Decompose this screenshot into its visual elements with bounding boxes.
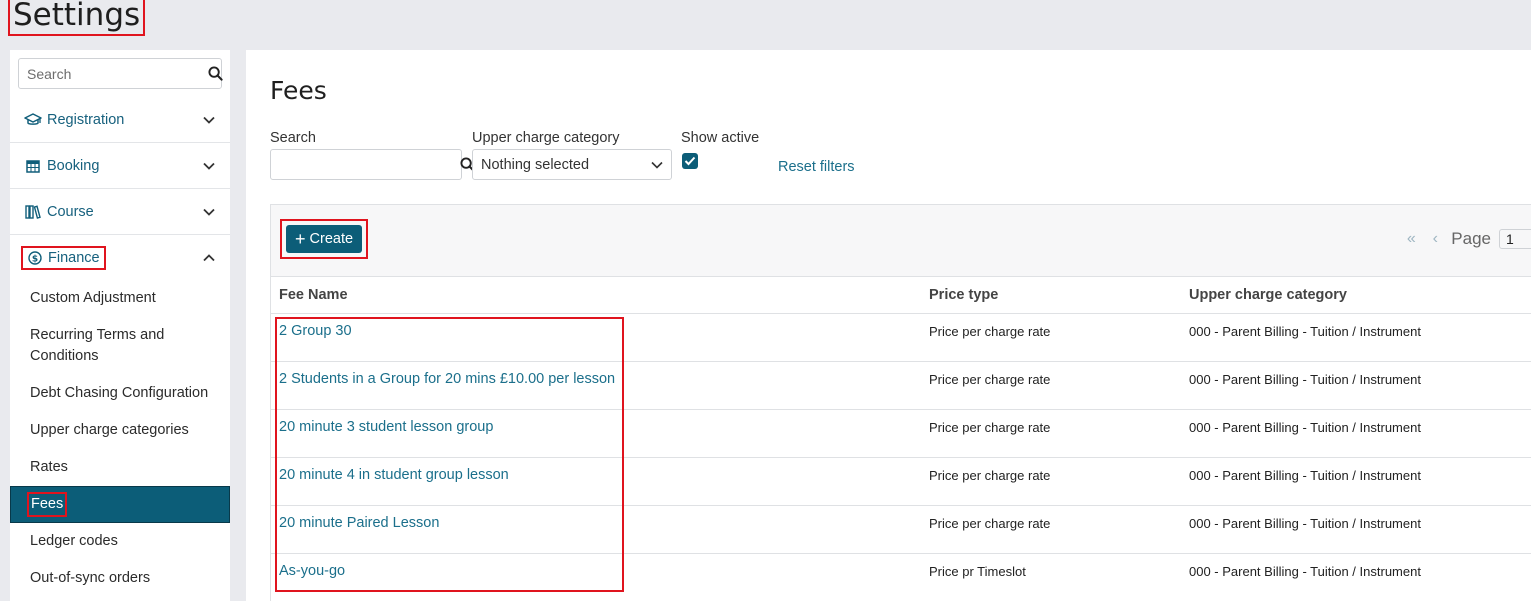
sidebar-item-custom-adjustment[interactable]: Custom Adjustment: [10, 288, 230, 309]
sidebar-item-out-of-sync-orders[interactable]: Out-of-sync orders: [10, 568, 230, 589]
category-cell: 000 - Parent Billing - Tuition / Instrum…: [1189, 409, 1531, 458]
page-title: Settings: [7, 0, 146, 36]
show-active-label: Show active: [681, 130, 760, 146]
table-header-row: Fee Name Price type Upper charge categor…: [271, 277, 1531, 314]
category-filter-value: Nothing selected: [481, 156, 590, 173]
sidebar-section-registration[interactable]: Registration: [10, 97, 230, 143]
category-filter-label: Upper charge category: [472, 130, 620, 146]
fees-heading: Fees: [270, 76, 327, 105]
sidebar-section-label: Course: [47, 203, 94, 220]
graduation-cap-icon: [24, 112, 42, 128]
chevron-down-icon: [202, 205, 216, 219]
category-cell: 000 - Parent Billing - Tuition / Instrum…: [1189, 553, 1531, 601]
sidebar-item-fees[interactable]: Fees: [10, 486, 230, 523]
fee-name-link[interactable]: 20 minute 3 student lesson group: [271, 409, 929, 458]
sidebar-section-booking[interactable]: Booking: [10, 143, 230, 189]
check-icon: [684, 156, 696, 166]
price-type-cell: Price per charge rate: [929, 313, 1189, 362]
chevron-down-icon: [651, 161, 663, 169]
fee-name-link[interactable]: 2 Group 30: [271, 313, 929, 362]
fee-name-link[interactable]: 20 minute 4 in student group lesson: [271, 457, 929, 506]
sidebar-section-course[interactable]: Course: [10, 189, 230, 235]
col-header-price-type[interactable]: Price type: [929, 277, 1189, 314]
table-row[interactable]: 2 Students in a Group for 20 mins £10.00…: [271, 361, 1531, 410]
prev-page-button[interactable]: ‹: [1423, 230, 1447, 248]
sidebar-section-label: Registration: [47, 111, 125, 128]
sidebar-item-label: Fees: [26, 492, 68, 517]
pagination: « ‹ Page 1: [1399, 229, 1531, 249]
page-number-input[interactable]: 1: [1499, 229, 1531, 249]
table-row[interactable]: 2 Group 30 Price per charge rate 000 - P…: [271, 313, 1531, 362]
calendar-icon: [24, 158, 42, 174]
category-filter-select[interactable]: Nothing selected: [472, 149, 672, 180]
price-type-cell: Price per charge rate: [929, 409, 1189, 458]
first-page-button[interactable]: «: [1399, 230, 1423, 248]
page-label: Page: [1451, 229, 1491, 248]
sidebar-section-label: Booking: [47, 157, 100, 174]
fee-name-link[interactable]: As-you-go: [271, 553, 929, 601]
price-type-cell: Price per charge rate: [929, 361, 1189, 410]
table-row[interactable]: 20 minute Paired Lesson Price per charge…: [271, 505, 1531, 554]
settings-sidebar: Registration Booking Course $ Finance: [10, 50, 230, 601]
sidebar-item-rates[interactable]: Rates: [10, 457, 230, 478]
plus-icon: +: [295, 229, 306, 249]
col-header-fee-name[interactable]: Fee Name: [271, 277, 929, 314]
sidebar-section-finance[interactable]: $ Finance: [10, 235, 230, 281]
dollar-circle-icon: $: [26, 250, 44, 266]
category-cell: 000 - Parent Billing - Tuition / Instrum…: [1189, 505, 1531, 554]
sidebar-item-recurring-terms[interactable]: Recurring Terms and Conditions: [10, 325, 180, 367]
chevron-up-icon: [202, 251, 216, 265]
search-icon[interactable]: [208, 65, 223, 83]
price-type-cell: Price per charge rate: [929, 505, 1189, 554]
chevron-down-icon: [202, 113, 216, 127]
create-button-highlight: + Create: [279, 219, 369, 259]
search-filter-input[interactable]: [279, 156, 460, 173]
sidebar-item-debt-chasing[interactable]: Debt Chasing Configuration: [10, 383, 230, 404]
table-row[interactable]: As-you-go Price pr Timeslot 000 - Parent…: [271, 553, 1531, 601]
chevron-down-icon: [202, 159, 216, 173]
sidebar-search[interactable]: [18, 58, 223, 89]
price-type-cell: Price pr Timeslot: [929, 553, 1189, 601]
sidebar-search-input[interactable]: [27, 65, 208, 82]
create-button-label: Create: [309, 231, 354, 247]
search-filter-label: Search: [270, 130, 316, 146]
sidebar-item-ledger-codes[interactable]: Ledger codes: [10, 531, 230, 552]
fees-table: Fee Name Price type Upper charge categor…: [271, 277, 1531, 601]
sidebar-item-upper-charge-categories[interactable]: Upper charge categories: [10, 420, 230, 441]
reset-filters-link[interactable]: Reset filters: [778, 159, 855, 175]
category-cell: 000 - Parent Billing - Tuition / Instrum…: [1189, 457, 1531, 506]
sidebar-section-label: Finance: [48, 250, 100, 266]
fee-name-link[interactable]: 20 minute Paired Lesson: [271, 505, 929, 554]
fees-table-panel: + Create « ‹ Page 1 Fee Name Price type …: [270, 204, 1531, 601]
svg-text:$: $: [32, 255, 38, 265]
category-cell: 000 - Parent Billing - Tuition / Instrum…: [1189, 361, 1531, 410]
price-type-cell: Price per charge rate: [929, 457, 1189, 506]
table-row[interactable]: 20 minute 3 student lesson group Price p…: [271, 409, 1531, 458]
fee-name-link[interactable]: 2 Students in a Group for 20 mins £10.00…: [271, 361, 929, 410]
category-cell: 000 - Parent Billing - Tuition / Instrum…: [1189, 313, 1531, 362]
main-panel: Fees Search Upper charge category Nothin…: [246, 50, 1531, 601]
table-row[interactable]: 20 minute 4 in student group lesson Pric…: [271, 457, 1531, 506]
search-filter[interactable]: [270, 149, 475, 180]
finance-heading: $ Finance: [21, 246, 106, 270]
show-active-checkbox[interactable]: [682, 153, 698, 169]
create-button[interactable]: + Create: [286, 225, 363, 253]
col-header-upper-charge-category[interactable]: Upper charge category: [1189, 277, 1531, 314]
table-toolbar: + Create « ‹ Page 1: [271, 205, 1531, 277]
books-icon: [24, 204, 42, 220]
